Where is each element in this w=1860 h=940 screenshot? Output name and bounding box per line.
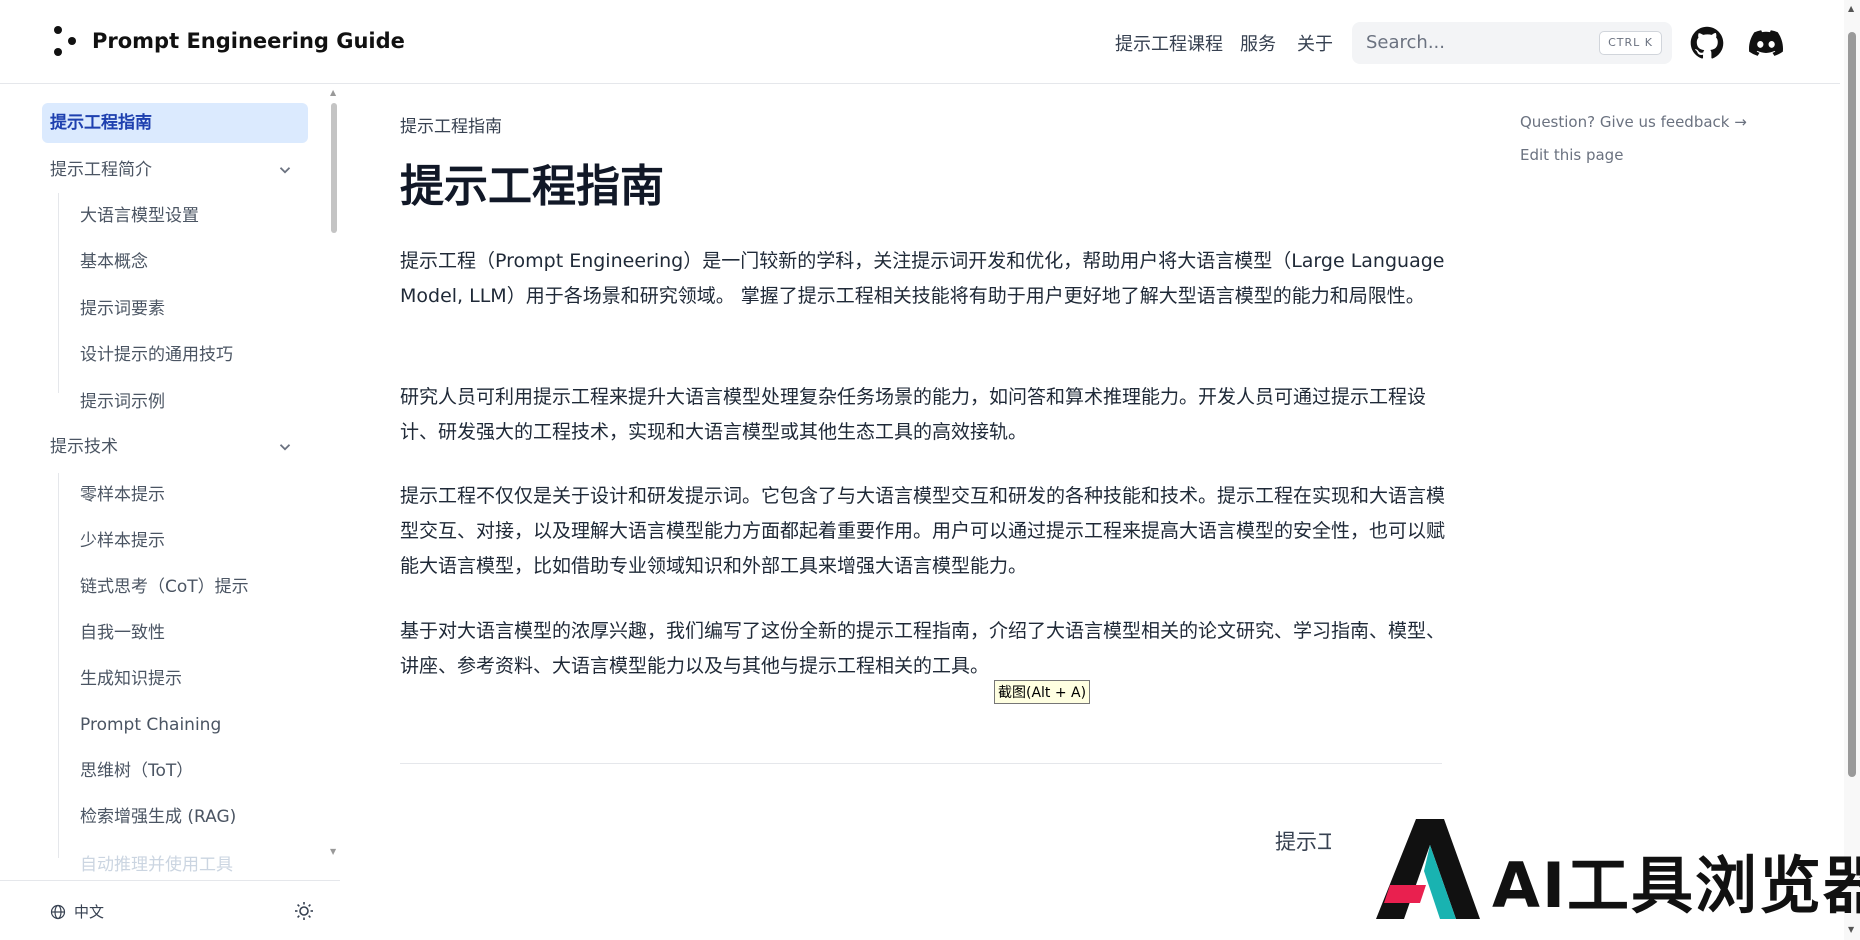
page-title: 提示工程指南 bbox=[400, 161, 664, 212]
search-shortcut-badge: CTRL K bbox=[1599, 31, 1662, 55]
sidebar-guide-line bbox=[58, 193, 59, 393]
sidebar-item-zero-shot[interactable]: 零样本提示 bbox=[80, 475, 165, 515]
chevron-down-icon[interactable] bbox=[276, 438, 294, 456]
watermark-logo: AI工具浏览器 bbox=[1376, 815, 1860, 923]
sidebar-item-prompt-chaining[interactable]: Prompt Chaining bbox=[80, 705, 221, 745]
sidebar-section-techniques[interactable]: 提示技术 bbox=[50, 427, 118, 467]
scroll-up-arrow-icon[interactable]: ▲ bbox=[330, 88, 336, 97]
sidebar-item-knowledge[interactable]: 生成知识提示 bbox=[80, 659, 182, 699]
search-input[interactable] bbox=[1366, 32, 1586, 53]
screenshot-tooltip: 截图(Alt + A) bbox=[994, 680, 1091, 704]
paragraph-motivation: 基于对大语言模型的浓厚兴趣，我们编写了这份全新的提示工程指南，介绍了大语言模型相… bbox=[400, 620, 1446, 677]
sidebar-scrollbar[interactable] bbox=[331, 103, 337, 233]
site-logo[interactable]: Prompt Engineering Guide bbox=[52, 26, 405, 56]
logo-text: Prompt Engineering Guide bbox=[92, 29, 405, 53]
sidebar: 提示工程指南 提示工程简介 大语言模型设置 基本概念 提示词要素 设计提示的通用… bbox=[0, 85, 340, 874]
edit-page-link[interactable]: Edit this page bbox=[1520, 146, 1623, 164]
sidebar-footer: 中文 bbox=[0, 880, 340, 940]
sidebar-item-tips[interactable]: 设计提示的通用技巧 bbox=[80, 335, 233, 375]
sidebar-guide-line bbox=[58, 473, 59, 858]
sidebar-item-llm-settings[interactable]: 大语言模型设置 bbox=[80, 196, 199, 236]
sidebar-item-cot[interactable]: 链式思考（CoT）提示 bbox=[80, 567, 249, 607]
scroll-down-arrow-icon[interactable]: ▼ bbox=[330, 847, 336, 856]
content-divider bbox=[400, 763, 1442, 764]
sidebar-item-few-shot[interactable]: 少样本提示 bbox=[80, 521, 165, 561]
window-scrollbar-thumb[interactable] bbox=[1848, 32, 1856, 777]
sidebar-section-intro[interactable]: 提示工程简介 bbox=[50, 150, 152, 190]
watermark-text: AI工具浏览器 bbox=[1492, 849, 1860, 922]
language-label: 中文 bbox=[74, 903, 105, 921]
language-switcher[interactable]: 中文 bbox=[50, 901, 104, 922]
sidebar-item-elements[interactable]: 提示词要素 bbox=[80, 289, 165, 329]
github-icon[interactable] bbox=[1690, 26, 1724, 60]
sidebar-item-tot[interactable]: 思维树（ToT） bbox=[80, 751, 193, 791]
sun-icon[interactable] bbox=[294, 901, 314, 921]
sidebar-item-consistency[interactable]: 自我一致性 bbox=[80, 613, 165, 653]
sidebar-item-guide-active[interactable]: 提示工程指南 bbox=[42, 103, 308, 143]
nav-link-services[interactable]: 服务 bbox=[1240, 30, 1276, 56]
sidebar-item-rag[interactable]: 检索增强生成 (RAG) bbox=[80, 797, 236, 837]
paragraph-scope: 提示工程不仅仅是关于设计和研发提示词。它包含了与大语言模型交互和研发的各种技能和… bbox=[400, 485, 1446, 577]
sidebar-item-examples[interactable]: 提示词示例 bbox=[80, 382, 165, 422]
window-scroll-down-icon[interactable]: ▼ bbox=[1848, 925, 1854, 934]
sidebar-item-basics[interactable]: 基本概念 bbox=[80, 242, 148, 282]
search-box[interactable]: CTRL K bbox=[1352, 22, 1672, 64]
window-scroll-up-icon[interactable]: ▲ bbox=[1848, 4, 1854, 13]
paragraph-intro: 提示工程（Prompt Engineering）是一门较新的学科，关注提示词开发… bbox=[400, 250, 1445, 307]
logo-dots-icon bbox=[52, 26, 82, 56]
feedback-link[interactable]: Question? Give us feedback → bbox=[1520, 113, 1747, 131]
paragraph-researchers: 研究人员可利用提示工程来提升大语言模型处理复杂任务场景的能力，如问答和算术推理能… bbox=[400, 386, 1427, 443]
breadcrumb: 提示工程指南 bbox=[400, 117, 502, 137]
nav-link-about[interactable]: 关于 bbox=[1297, 30, 1333, 56]
top-navbar: Prompt Engineering Guide 提示工程课程 服务 关于 CT… bbox=[0, 0, 1840, 84]
sidebar-item-art[interactable]: 自动推理并使用工具 bbox=[80, 850, 233, 874]
next-page-link[interactable]: 提示工程简介 bbox=[1275, 826, 1331, 856]
nav-link-course[interactable]: 提示工程课程 bbox=[1115, 30, 1223, 56]
watermark-a-icon bbox=[1376, 819, 1480, 919]
chevron-down-icon[interactable] bbox=[276, 161, 294, 179]
discord-icon[interactable] bbox=[1749, 26, 1783, 60]
globe-icon bbox=[50, 904, 66, 919]
